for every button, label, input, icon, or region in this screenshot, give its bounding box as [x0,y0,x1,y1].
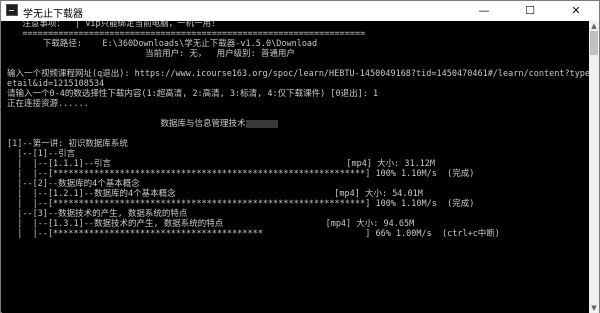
scroll-up-arrow-icon[interactable]: ▲ [589,21,599,31]
console-line: 注意事项： | Vip只能绑定当前电脑，一机一用！ [7,21,220,29]
console-line: 正在连接资源...... [7,99,89,109]
console-line: 下载路径: E:\360Downloads\学无止下载器-v1.5.0\Down… [7,39,318,49]
close-button[interactable]: ✕ [553,1,599,21]
progress-line: | |--[**********************************… [7,169,475,179]
maximize-button[interactable]: ☐ [507,1,553,21]
console-line: etail&id=1215108534 [7,79,105,89]
vertical-scrollbar[interactable]: ▲ ▼ [589,21,599,313]
scrollbar-thumb[interactable] [590,31,598,55]
console-line: | |--[1.2.1]--数据库的4个基本概念 [mp4] 大小: 54.01… [7,189,423,199]
scroll-down-arrow-icon[interactable]: ▼ [589,303,599,313]
progress-line: | |--[**********************************… [7,199,475,209]
console-line: |--[3]--数据技术的产生, 数据系统的特点 [7,209,188,219]
title-bar[interactable]: 学无止下载器 — ☐ ✕ [1,1,599,21]
progress-line: | |--[**********************************… [7,229,500,239]
console-line: |--[1]--引言 [7,149,76,159]
course-title: 数据库与信息管理技术 [7,119,246,129]
console-line: 输入一个视频课程网址(q退出): https://www.icourse163.… [7,69,589,79]
minimize-button[interactable]: — [461,1,507,21]
console-line: ========================================… [7,29,366,39]
course-title-line: 数据库与信息管理技术 [7,119,278,129]
console-line: 当前用户: 无， 用户级别: 普通用户 [7,49,295,59]
console-line: | |--[1.1.1]--引言 [mp4] 大小: 31.12M [7,159,436,169]
window-title: 学无止下载器 [23,9,83,20]
console-icon [6,4,18,16]
terminal-window: 学无止下载器 — ☐ ✕ 注意事项： | Vip只能绑定当前电脑，一机一用！ =… [0,0,600,313]
console-line: [1]--第一讲: 初识数据库系统 [7,139,128,149]
console-line: |--[2]--数据库的4个基本概念 [7,179,140,189]
redacted-text [245,119,278,128]
console-line: 请输入一个0-4的数选择性下载内容(1:超高清, 2:高清, 3:标清, 4:仅… [7,89,379,99]
console-line: | |--[1.3.1]--数据技术的产生, 数据系统的特点 [mp4] 大小:… [7,219,415,229]
console-output[interactable]: 注意事项： | Vip只能绑定当前电脑，一机一用！ ==============… [2,21,589,313]
